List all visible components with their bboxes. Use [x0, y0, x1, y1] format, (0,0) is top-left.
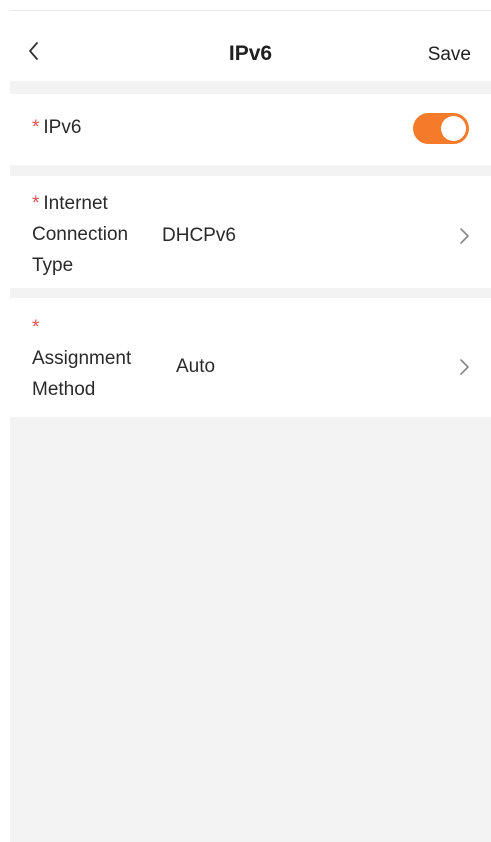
connection-label-line2: Connection: [32, 224, 129, 245]
save-button[interactable]: Save: [428, 44, 471, 66]
ipv6-row: * IPv6: [10, 94, 491, 165]
top-bar: IPv6 Save: [10, 11, 491, 81]
ipv6-label: * IPv6: [32, 112, 81, 143]
chevron-right-icon: [460, 359, 469, 375]
assignment-method-row[interactable]: * Assignment Method Auto: [10, 298, 491, 417]
toggle-knob: [441, 116, 466, 141]
app-screen: IPv6 Save * IPv6 * Internet Connection Typ…: [10, 10, 491, 842]
required-mark: *: [32, 117, 40, 138]
chevron-right-icon: [460, 228, 469, 244]
connection-label-line3: Type: [32, 255, 74, 276]
connection-type-value: DHCPv6: [162, 225, 236, 246]
connection-type-row[interactable]: * Internet Connection Type DHCPv6: [10, 176, 491, 288]
assignment-label-line1: Assignment: [32, 348, 132, 369]
required-mark: *: [32, 317, 40, 338]
assignment-method-value: Auto: [176, 356, 216, 377]
ipv6-label-text: IPv6: [43, 117, 82, 138]
connection-type-label: * Internet Connection Type: [32, 188, 128, 281]
assignment-method-label: * Assignment Method: [32, 312, 131, 405]
connection-label-line1: Internet: [43, 193, 108, 214]
page-title: IPv6: [228, 42, 273, 65]
ipv6-toggle[interactable]: [413, 113, 469, 144]
required-mark: *: [32, 193, 40, 214]
assignment-label-line2: Method: [32, 379, 96, 400]
